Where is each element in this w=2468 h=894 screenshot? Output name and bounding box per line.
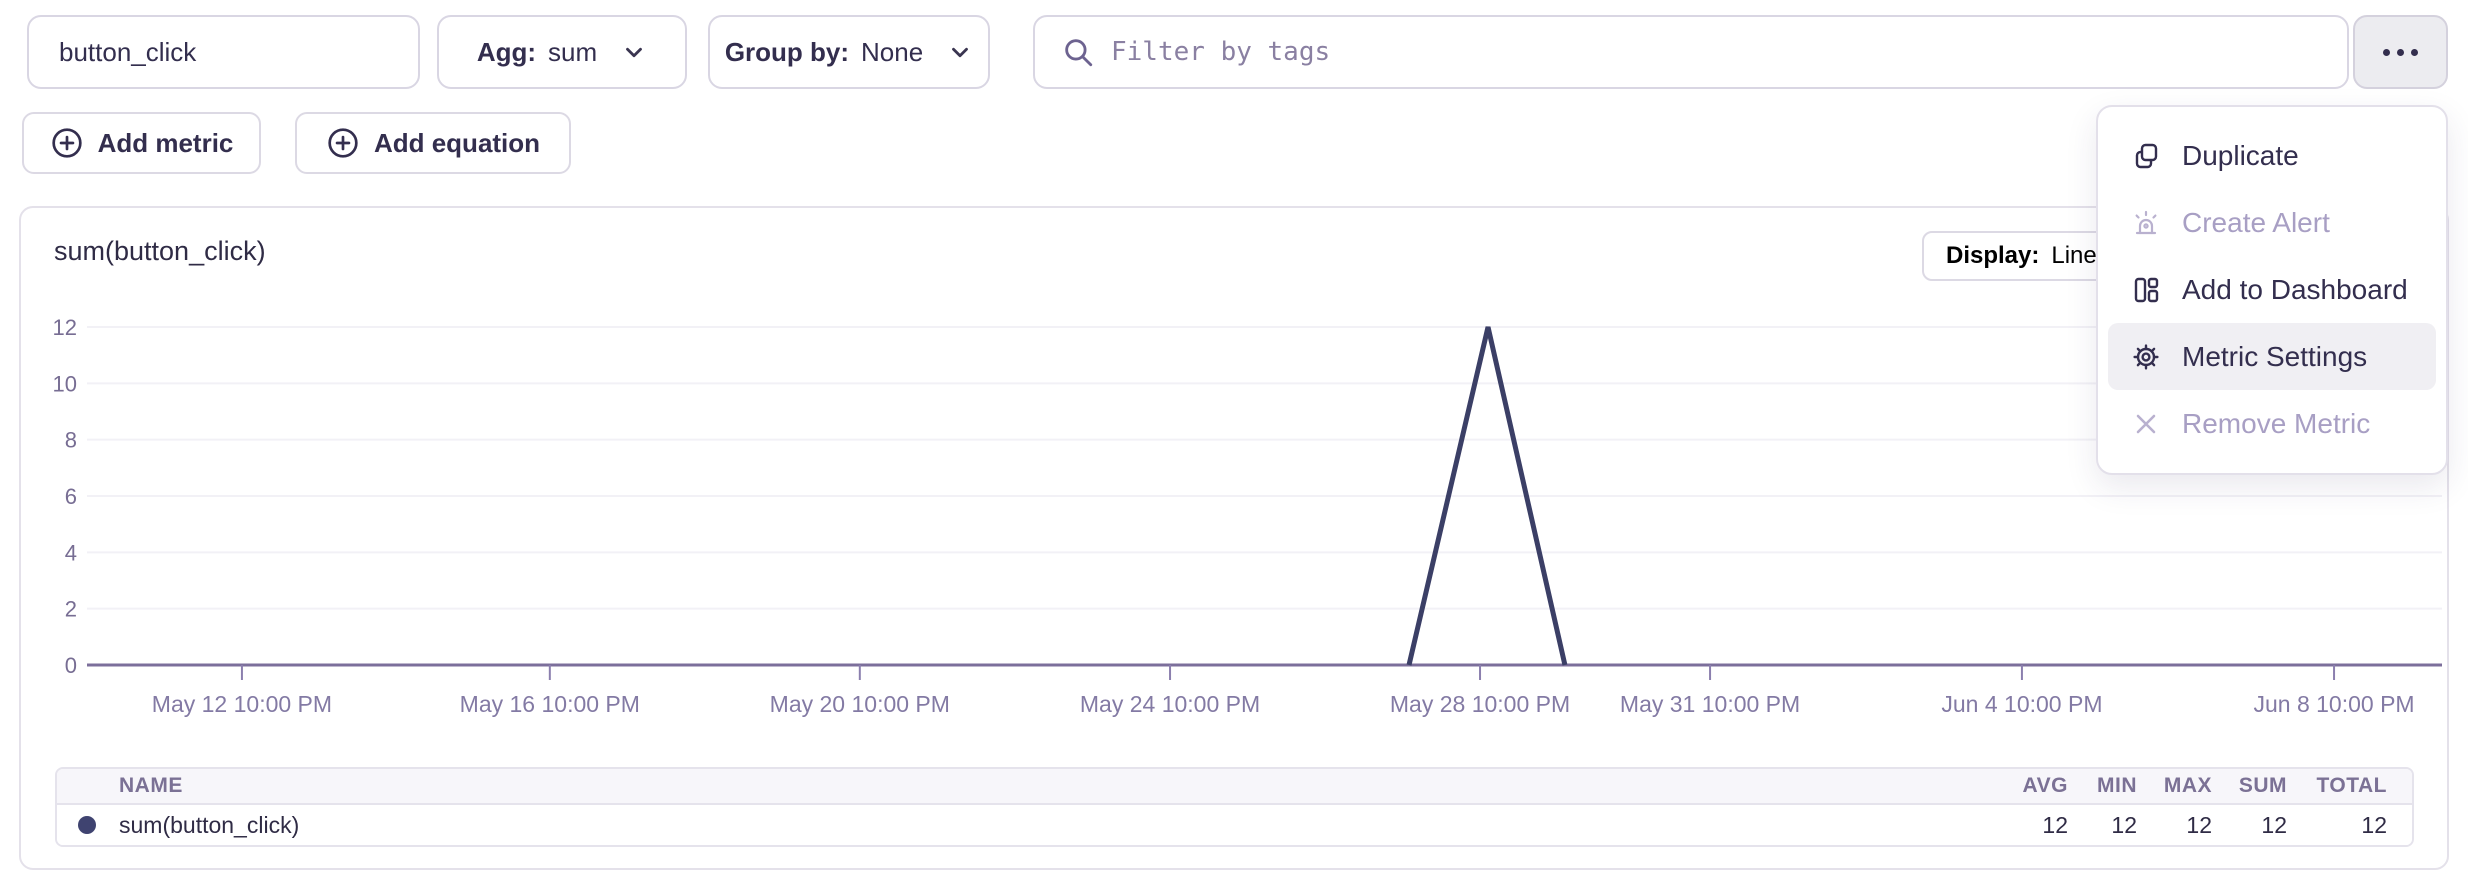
svg-text:0: 0 — [65, 653, 77, 678]
menu-item-label: Duplicate — [2182, 140, 2299, 172]
svg-text:6: 6 — [65, 484, 77, 509]
menu-item-metric-settings[interactable]: Metric Settings — [2108, 323, 2436, 390]
menu-item-remove-metric[interactable]: Remove Metric — [2108, 390, 2436, 457]
metric-explorer: button_click Agg: sum Group by: None Fil… — [0, 0, 2468, 894]
chart-title: sum(button_click) — [54, 236, 266, 267]
menu-item-label: Create Alert — [2182, 207, 2330, 239]
group-by-value: None — [861, 37, 923, 68]
ellipsis-icon — [2383, 49, 2418, 56]
add-metric-button[interactable]: Add metric — [22, 112, 261, 174]
agg-value: sum — [548, 37, 597, 68]
plus-circle-icon — [326, 126, 360, 160]
agg-dropdown[interactable]: Agg: sum — [437, 15, 687, 89]
menu-item-add-to-dashboard[interactable]: Add to Dashboard — [2108, 256, 2436, 323]
menu-item-create-alert[interactable]: Create Alert — [2108, 189, 2436, 256]
line-chart: 0 2 4 6 8 10 12 May 12 10:00 PM May 16 10:00 PM M… — [32, 302, 2450, 722]
series-color-dot — [78, 816, 96, 834]
tag-filter-input[interactable]: Filter by tags — [1033, 15, 2349, 89]
group-by-label: Group by: — [725, 37, 849, 68]
column-sum: SUM — [2212, 774, 2287, 798]
chevron-down-icon — [947, 39, 973, 65]
agg-label: Agg: — [477, 37, 536, 68]
svg-text:May 12 10:00 PM: May 12 10:00 PM — [152, 691, 332, 717]
close-icon — [2128, 406, 2164, 442]
svg-text:2: 2 — [65, 597, 77, 622]
row-avg: 12 — [1998, 812, 2068, 839]
svg-text:10: 10 — [53, 371, 77, 396]
row-max: 12 — [2137, 812, 2212, 839]
add-equation-button[interactable]: Add equation — [295, 112, 571, 174]
metric-name-input[interactable]: button_click — [27, 15, 420, 89]
add-equation-label: Add equation — [374, 128, 540, 159]
svg-text:8: 8 — [65, 428, 77, 453]
row-total: 12 — [2287, 812, 2387, 839]
svg-text:12: 12 — [53, 315, 77, 340]
svg-text:Jun 4 10:00 PM: Jun 4 10:00 PM — [1941, 691, 2102, 717]
duplicate-icon — [2128, 138, 2164, 174]
more-options-button[interactable] — [2353, 15, 2448, 89]
table-row[interactable]: sum(button_click) 12 12 12 12 12 — [57, 805, 2412, 845]
display-label: Display: — [1946, 242, 2039, 270]
context-menu: Duplicate Create Alert Add to Dashboard … — [2096, 105, 2448, 475]
svg-text:May 28 10:00 PM: May 28 10:00 PM — [1390, 691, 1570, 717]
gear-icon — [2128, 339, 2164, 375]
plus-circle-icon — [50, 126, 84, 160]
menu-item-label: Add to Dashboard — [2182, 274, 2408, 306]
chart-card: sum(button_click) Display: Line 0 2 4 6 8 10 1… — [19, 206, 2449, 870]
column-total: TOTAL — [2287, 774, 2387, 798]
menu-item-duplicate[interactable]: Duplicate — [2108, 122, 2436, 189]
column-name: NAME — [57, 774, 1998, 798]
summary-table-header: NAME AVG MIN MAX SUM TOTAL — [57, 769, 2412, 805]
column-max: MAX — [2137, 774, 2212, 798]
svg-text:May 16 10:00 PM: May 16 10:00 PM — [460, 691, 640, 717]
metric-name-value: button_click — [59, 37, 196, 68]
summary-table: NAME AVG MIN MAX SUM TOTAL sum(button_cl… — [55, 767, 2414, 847]
alert-icon — [2128, 205, 2164, 241]
row-min: 12 — [2068, 812, 2137, 839]
group-by-dropdown[interactable]: Group by: None — [708, 15, 990, 89]
search-icon — [1061, 35, 1095, 69]
tag-filter-placeholder: Filter by tags — [1111, 37, 1330, 67]
menu-item-label: Metric Settings — [2182, 341, 2367, 373]
add-metric-label: Add metric — [98, 128, 234, 159]
svg-text:May 31 10:00 PM: May 31 10:00 PM — [1620, 691, 1800, 717]
svg-text:4: 4 — [65, 540, 77, 565]
column-min: MIN — [2068, 774, 2137, 798]
display-value: Line — [2051, 242, 2096, 270]
svg-text:May 24 10:00 PM: May 24 10:00 PM — [1080, 691, 1260, 717]
row-series-name: sum(button_click) — [57, 812, 1998, 839]
svg-text:May 20 10:00 PM: May 20 10:00 PM — [770, 691, 950, 717]
chevron-down-icon — [621, 39, 647, 65]
menu-item-label: Remove Metric — [2182, 408, 2370, 440]
column-avg: AVG — [1998, 774, 2068, 798]
svg-text:Jun 8 10:00 PM: Jun 8 10:00 PM — [2253, 691, 2414, 717]
row-sum: 12 — [2212, 812, 2287, 839]
dashboard-icon — [2128, 272, 2164, 308]
